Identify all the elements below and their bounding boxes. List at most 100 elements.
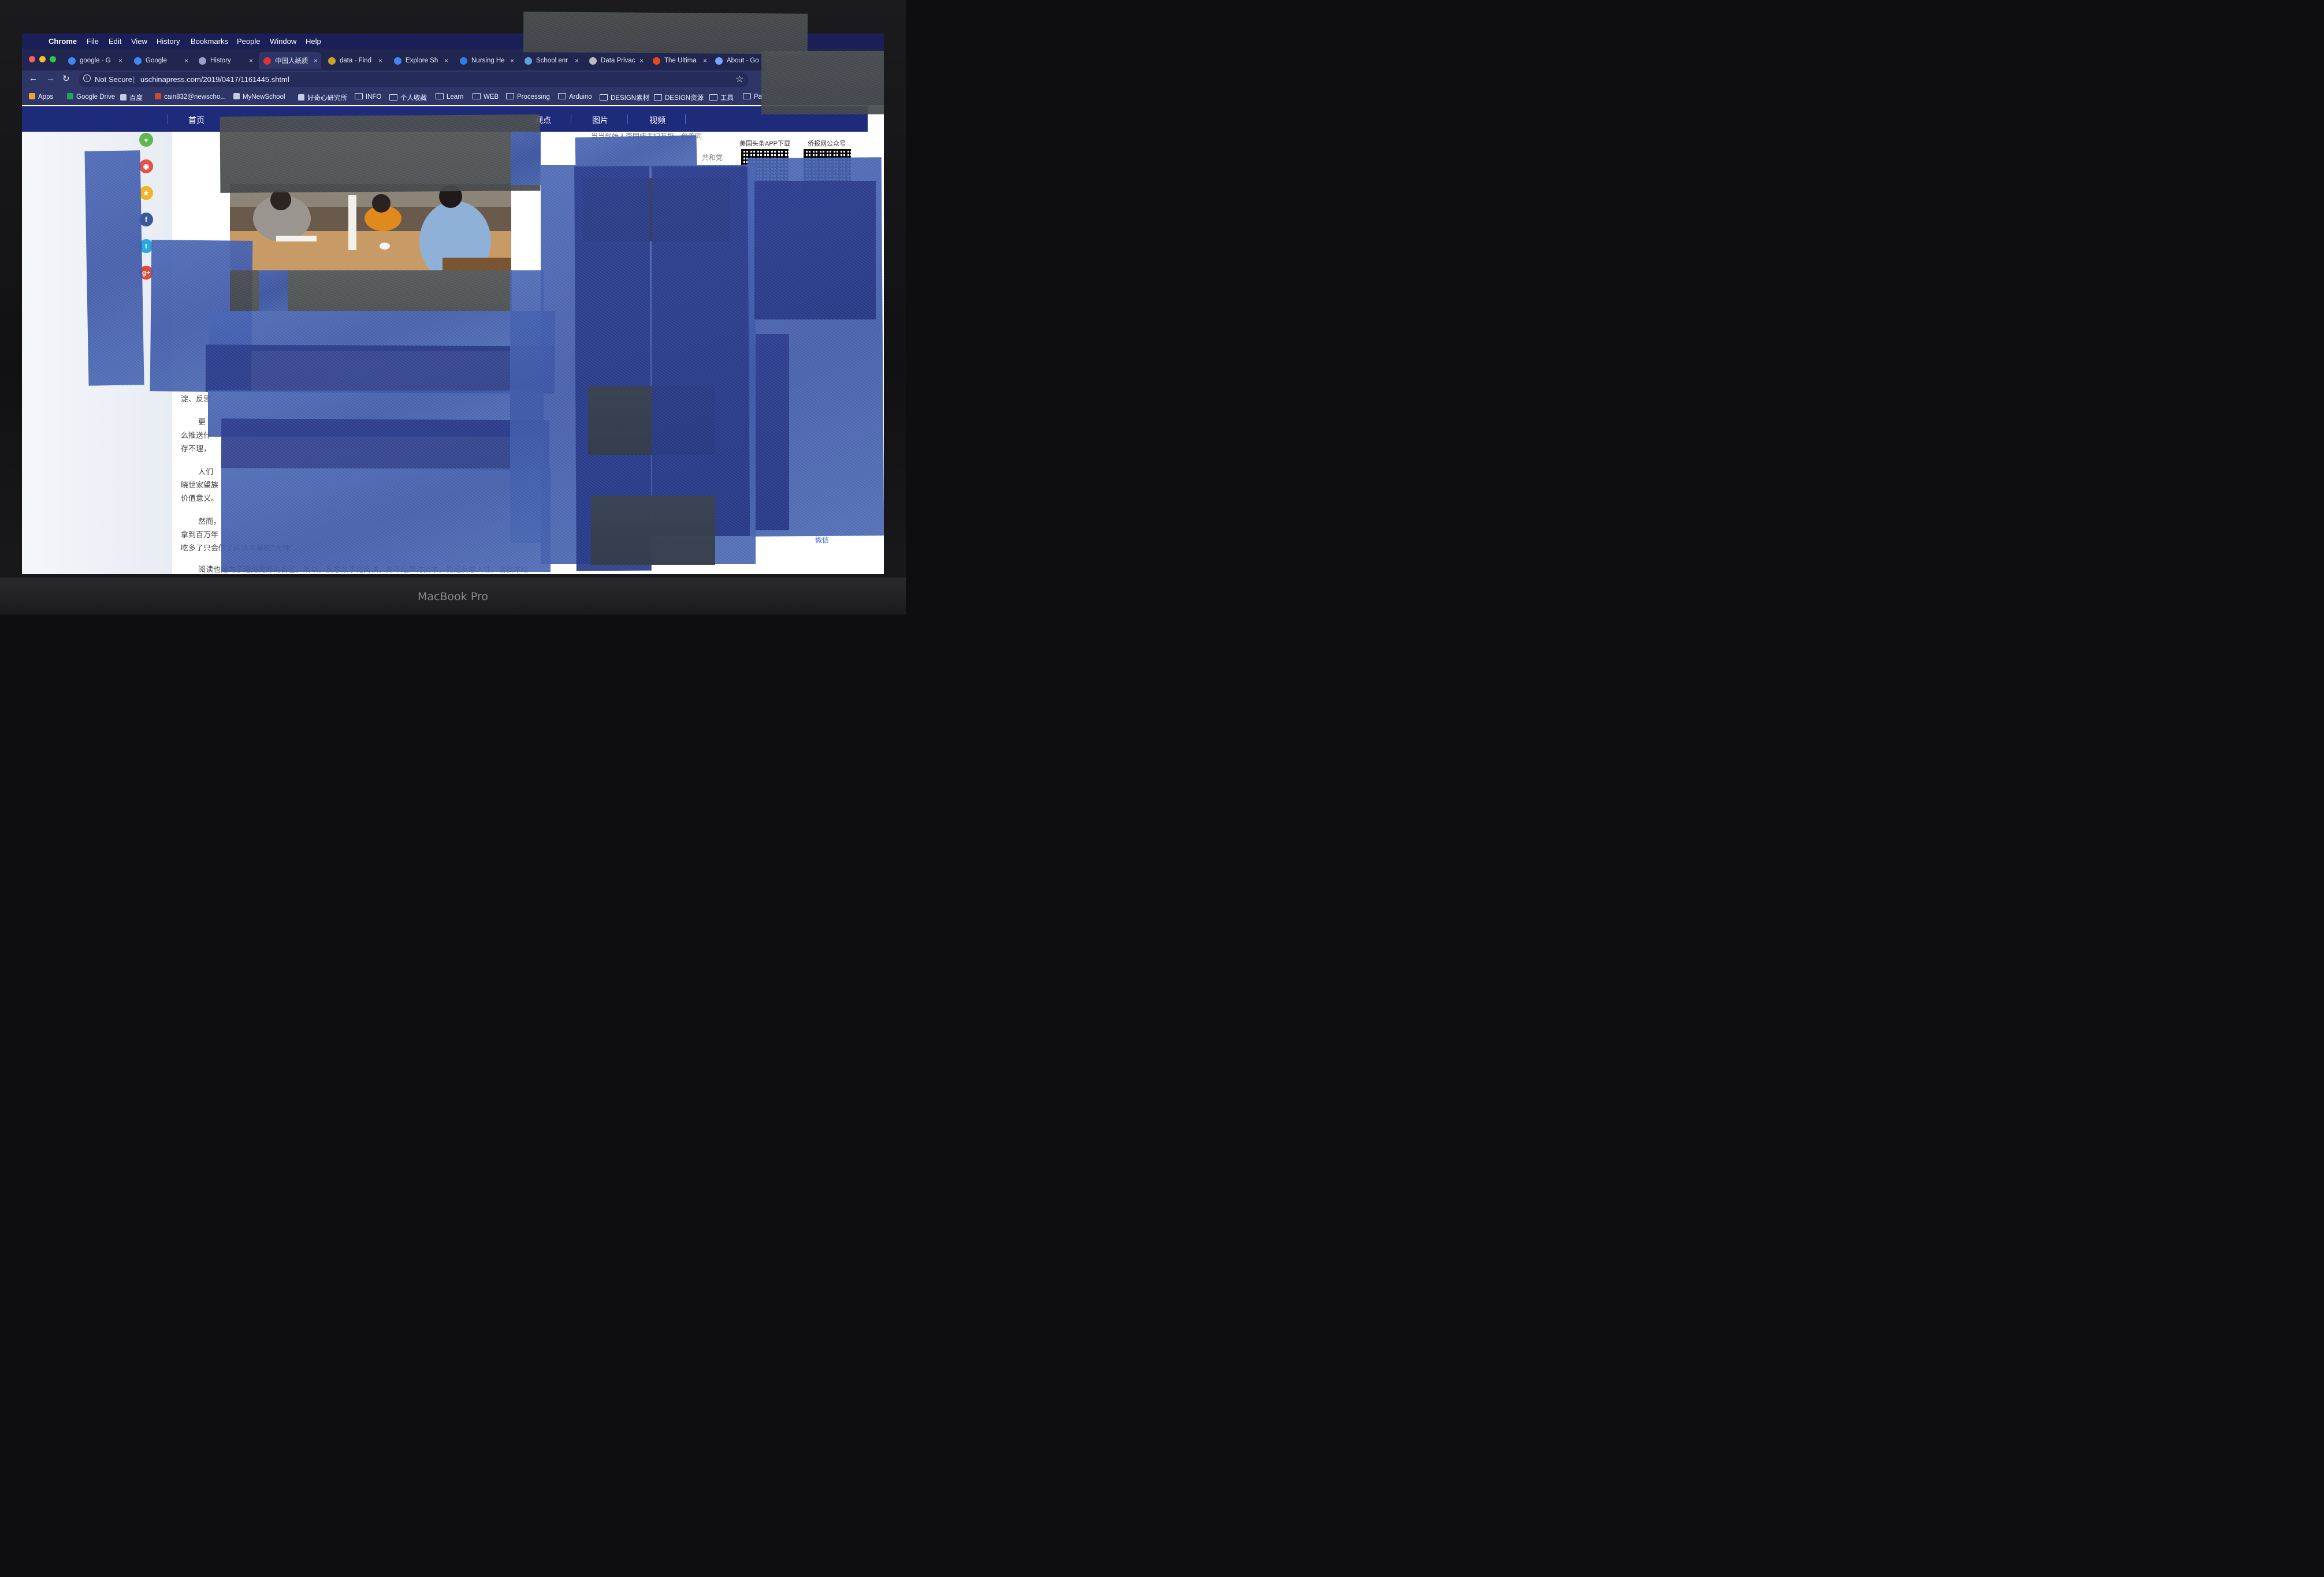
- tab[interactable]: Data Privac ×: [585, 52, 647, 69]
- close-tab-icon[interactable]: ×: [575, 57, 579, 65]
- info-icon[interactable]: i: [83, 75, 91, 82]
- close-tab-icon[interactable]: ×: [510, 57, 514, 65]
- qr-label-app: 美国头条APP下载: [739, 140, 791, 147]
- bookmark-folder[interactable]: 工具: [709, 93, 734, 102]
- masking-tape: [754, 181, 876, 319]
- bookmark-label: DESIGN素材: [611, 95, 650, 102]
- bookmark-folder[interactable]: Arduino: [558, 93, 592, 101]
- menu-file[interactable]: File: [87, 37, 99, 46]
- toolbar: ← → ↻ i Not Secure | uschinapress.com/20…: [22, 70, 884, 89]
- bookmark-drive[interactable]: Google Drive: [67, 93, 115, 101]
- tab[interactable]: data - Find ×: [323, 52, 386, 69]
- url-text[interactable]: uschinapress.com/2019/0417/1161445.shtml: [140, 75, 289, 84]
- nav-separator: [627, 114, 628, 124]
- tab-label: School enr: [536, 57, 568, 64]
- close-tab-icon[interactable]: ×: [184, 57, 188, 65]
- bookmarks-bar: Apps Google Drive 百度 cain832@newscho... MyNe…: [22, 89, 884, 105]
- bookmark-folder[interactable]: Learn: [436, 93, 463, 101]
- minimize-window-button[interactable]: [39, 56, 46, 62]
- tab-label: Nursing He: [471, 57, 505, 64]
- star-icon[interactable]: ☆: [735, 73, 743, 85]
- tab[interactable]: The Ultima ×: [648, 52, 711, 69]
- bookmark-label: INFO: [366, 94, 382, 101]
- qr-label-wechat: 侨报网公众号: [808, 140, 846, 147]
- app-menu[interactable]: Chrome: [49, 37, 77, 46]
- tab[interactable]: History ×: [194, 52, 256, 69]
- bookmark-folder[interactable]: DESIGN资源: [654, 93, 704, 102]
- menu-window[interactable]: Window: [270, 37, 296, 46]
- folder-icon: [436, 93, 444, 99]
- tab[interactable]: Nursing He ×: [455, 52, 518, 69]
- menu-help[interactable]: Help: [306, 37, 321, 46]
- map-pin-icon: [653, 57, 660, 65]
- masking-tape: [205, 344, 555, 394]
- tab[interactable]: Explore Sh ×: [389, 52, 452, 69]
- folder-icon: [743, 93, 751, 99]
- menu-edit[interactable]: Edit: [109, 37, 121, 46]
- bookmark-folder[interactable]: Processing: [506, 93, 550, 101]
- bookmark-mail[interactable]: cain832@newscho...: [155, 93, 226, 101]
- close-tab-icon[interactable]: ×: [378, 57, 382, 65]
- bookmark-folder[interactable]: 个人收藏: [389, 93, 427, 102]
- menu-view[interactable]: View: [131, 37, 147, 46]
- bookmark-folder[interactable]: Pa: [743, 93, 762, 101]
- bookmark-folder[interactable]: INFO: [355, 93, 381, 101]
- site-icon: [298, 94, 304, 101]
- close-tab-icon[interactable]: ×: [118, 57, 122, 65]
- omnibox-divider: |: [133, 75, 135, 84]
- close-tab-icon[interactable]: ×: [444, 57, 448, 65]
- google-icon: [68, 57, 76, 65]
- bookmark-label: Arduino: [569, 94, 592, 101]
- back-icon[interactable]: ←: [29, 73, 38, 83]
- wechat-icon[interactable]: ●: [139, 133, 153, 147]
- article-line: 晓世家望族: [181, 481, 219, 490]
- bookmark-site[interactable]: 好奇心研究所: [298, 93, 347, 102]
- zoom-window-button[interactable]: [50, 56, 56, 62]
- article-line: 价值意义。: [181, 494, 219, 503]
- tab[interactable]: 中国人纸质 ×: [259, 52, 321, 69]
- tab[interactable]: School enr ×: [520, 52, 582, 69]
- masking-tape: [591, 496, 715, 565]
- mail-icon: [155, 93, 161, 99]
- tab-label: History: [210, 57, 231, 64]
- reload-icon[interactable]: ↻: [62, 73, 70, 84]
- close-tab-icon[interactable]: ×: [314, 57, 318, 65]
- bookmark-folder[interactable]: WEB: [473, 93, 499, 101]
- masking-tape: [575, 135, 697, 170]
- bookmark-apps[interactable]: Apps: [29, 93, 53, 101]
- wechat-label: 微信: [815, 536, 830, 544]
- menu-people[interactable]: People: [237, 37, 260, 46]
- google-icon: [394, 57, 401, 65]
- search-icon: [328, 57, 336, 65]
- folder-icon: [654, 94, 662, 101]
- close-tab-icon[interactable]: ×: [703, 57, 707, 65]
- site-icon: [120, 94, 127, 101]
- close-tab-icon[interactable]: ×: [249, 57, 253, 65]
- close-tab-icon[interactable]: ×: [639, 57, 644, 65]
- menu-history[interactable]: History: [157, 37, 180, 46]
- nav-photos[interactable]: 图片: [592, 114, 608, 126]
- tab[interactable]: Google ×: [129, 52, 192, 69]
- bookmark-label: MyNewSchool: [243, 94, 285, 101]
- bookmark-label: Processing: [517, 94, 550, 101]
- bookmark-label: Google Drive: [76, 94, 116, 101]
- bookmark-label: cain832@newscho...: [164, 94, 226, 101]
- nav-home[interactable]: 首页: [188, 114, 204, 126]
- bookmark-folder[interactable]: DESIGN素材: [600, 93, 649, 102]
- masking-tape: [221, 468, 551, 572]
- bookmark-site[interactable]: 百度: [120, 93, 143, 102]
- bookmark-label: WEB: [484, 94, 499, 101]
- forward-icon[interactable]: →: [46, 73, 55, 83]
- weibo-icon[interactable]: ◉: [139, 159, 153, 173]
- bookmark-site[interactable]: MyNewSchool: [233, 93, 285, 101]
- nav-videos[interactable]: 视频: [649, 114, 665, 126]
- close-window-button[interactable]: [29, 56, 35, 62]
- menu-bookmarks[interactable]: Bookmarks: [191, 37, 228, 46]
- masking-tape: [652, 166, 750, 536]
- masking-tape: [510, 270, 544, 543]
- tab[interactable]: google - G ×: [64, 52, 126, 69]
- security-label: Not Secure: [95, 75, 133, 84]
- cloud-icon: [715, 57, 723, 65]
- headline-link[interactable]: 共和党: [702, 153, 723, 162]
- favorite-icon[interactable]: ★: [139, 186, 153, 200]
